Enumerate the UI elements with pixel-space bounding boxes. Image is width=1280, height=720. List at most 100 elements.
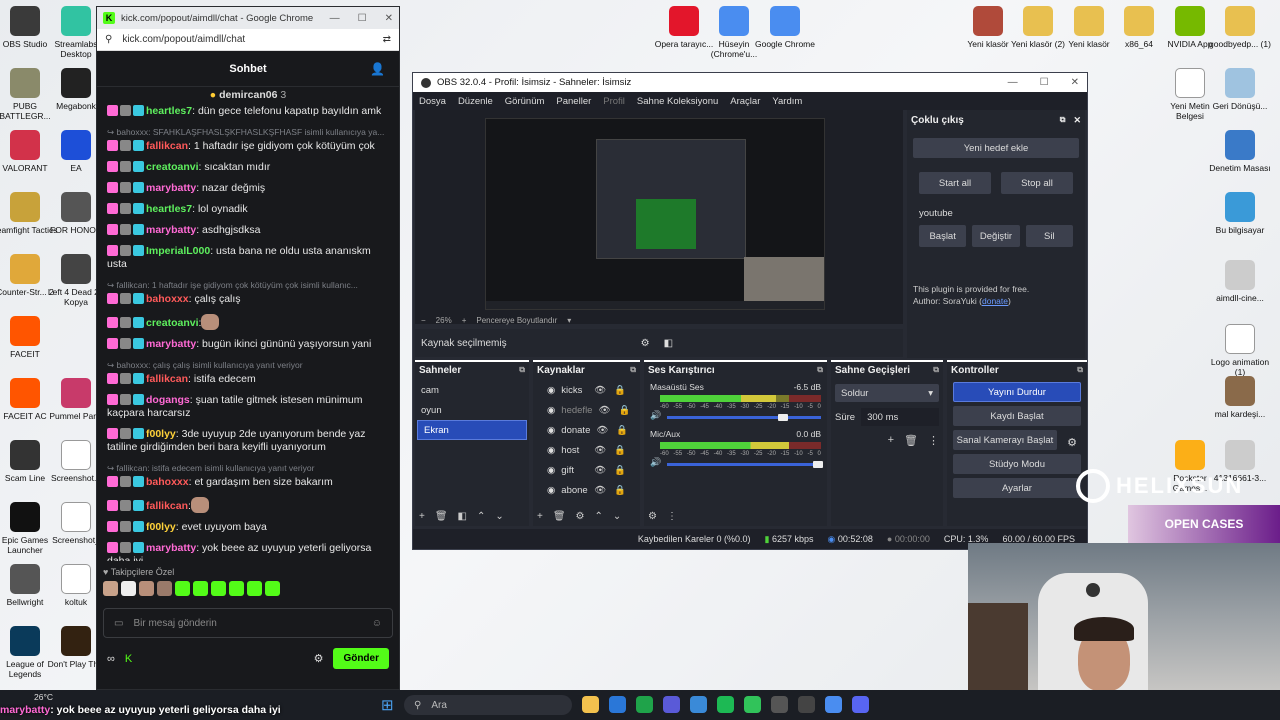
chat-username[interactable]: marybatty bbox=[146, 182, 196, 194]
minimize-icon[interactable]: — bbox=[1008, 77, 1018, 88]
taskbar-app-icon[interactable] bbox=[636, 696, 653, 713]
chat-username[interactable]: bahoxxx bbox=[146, 293, 189, 305]
up-icon[interactable]: ⌃ bbox=[477, 511, 485, 522]
source-item[interactable]: ◉ donate 👁 🔒 bbox=[533, 420, 640, 440]
taskbar-app-icon[interactable] bbox=[609, 696, 626, 713]
address-bar[interactable]: ⚲ kick.com/popout/aimdll/chat ⇄ bbox=[97, 29, 399, 51]
chat-username[interactable]: ImperialL000 bbox=[146, 245, 210, 257]
chat-username[interactable]: fallikcan bbox=[146, 373, 188, 385]
chat-username[interactable]: heartles7 bbox=[146, 203, 192, 215]
volume-slider[interactable] bbox=[667, 460, 824, 468]
target-edit-button[interactable]: Değiştir bbox=[972, 225, 1020, 247]
control-button-2[interactable]: Sanal Kamerayı Başlat bbox=[953, 430, 1057, 450]
chevron-down-icon[interactable]: ▾ bbox=[567, 316, 571, 325]
settings-gear-icon[interactable]: ⚙ bbox=[314, 652, 324, 665]
emote[interactable] bbox=[247, 581, 262, 596]
emote[interactable] bbox=[103, 581, 118, 596]
lock-icon[interactable]: 🔒 bbox=[619, 405, 631, 416]
maximize-icon[interactable]: ☐ bbox=[358, 13, 367, 24]
maximize-icon[interactable]: ☐ bbox=[1040, 77, 1049, 88]
transition-select[interactable]: Soldur ▾ bbox=[835, 384, 939, 402]
close-icon[interactable]: ✕ bbox=[1071, 77, 1079, 88]
chat-input[interactable]: ▭ Bir mesaj gönderin ☺ bbox=[103, 608, 393, 638]
start-icon[interactable]: ⊞ bbox=[381, 696, 394, 714]
kick-icon[interactable]: K bbox=[125, 653, 132, 665]
emoji-icon[interactable]: ☺ bbox=[372, 618, 382, 629]
emote[interactable] bbox=[265, 581, 280, 596]
source-settings-icon[interactable]: ⚙ bbox=[641, 338, 650, 349]
lock-icon[interactable]: 🔒 bbox=[614, 465, 626, 476]
source-item[interactable]: ◉ hedefle 👁 🔒 bbox=[533, 400, 640, 420]
close-icon[interactable]: ✕ bbox=[1073, 115, 1081, 126]
target-delete-button[interactable]: Sil bbox=[1025, 225, 1073, 247]
speaker-icon[interactable]: 🔊 bbox=[650, 410, 661, 421]
lock-icon[interactable]: 🔒 bbox=[614, 445, 626, 456]
chat-username[interactable]: f00lyy bbox=[146, 428, 176, 440]
desktop-icon[interactable]: Geri Dönüşü... bbox=[1206, 68, 1274, 111]
down-icon[interactable]: ⌄ bbox=[495, 511, 503, 522]
control-button-4[interactable]: Ayarlar bbox=[953, 478, 1081, 498]
control-button-1[interactable]: Kaydı Başlat bbox=[953, 406, 1081, 426]
chat-username[interactable]: creatoanvi bbox=[146, 317, 199, 329]
lock-icon[interactable]: 🔒 bbox=[616, 425, 628, 436]
emote[interactable] bbox=[229, 581, 244, 596]
source-item[interactable]: ◉ kicks 👁 🔒 bbox=[533, 380, 640, 400]
menu-item-4[interactable]: Profil bbox=[603, 96, 625, 107]
eye-icon[interactable]: 👁 bbox=[594, 445, 606, 456]
undock-icon[interactable]: ⧉ bbox=[817, 365, 823, 375]
desktop-icon[interactable]: FACEIT bbox=[0, 316, 59, 359]
undock-icon[interactable]: ⧉ bbox=[933, 365, 939, 375]
taskbar-app-icon[interactable] bbox=[744, 696, 761, 713]
menu-dots-icon[interactable]: ⋮ bbox=[928, 434, 939, 447]
desktop-icon[interactable]: Logo animation (1) bbox=[1206, 324, 1274, 377]
obs-preview[interactable] bbox=[415, 110, 903, 324]
slider-knob[interactable] bbox=[813, 460, 824, 468]
emote[interactable] bbox=[121, 581, 136, 596]
start-all-button[interactable]: Start all bbox=[919, 172, 991, 194]
zoom-out-icon[interactable]: − bbox=[421, 316, 426, 325]
undock-icon[interactable]: ⧉ bbox=[519, 365, 525, 375]
scene-item[interactable]: cam bbox=[415, 380, 529, 400]
desktop-icon[interactable]: Bu bilgisayar bbox=[1206, 192, 1274, 235]
volume-slider[interactable] bbox=[667, 413, 821, 421]
send-button[interactable]: Gönder bbox=[333, 648, 389, 669]
chat-username[interactable]: marybatty bbox=[146, 338, 196, 350]
undock-icon[interactable]: ⧉ bbox=[630, 365, 636, 375]
source-item[interactable]: ◉ abone 👁 🔒 bbox=[533, 480, 640, 500]
menu-item-5[interactable]: Sahne Koleksiyonu bbox=[637, 96, 718, 107]
chat-username[interactable]: heartles7 bbox=[146, 105, 192, 117]
add-icon[interactable]: + bbox=[888, 434, 894, 447]
taskbar-app-icon[interactable] bbox=[771, 696, 788, 713]
speaker-icon[interactable]: 🔊 bbox=[650, 457, 661, 468]
taskbar-app-icon[interactable] bbox=[798, 696, 815, 713]
desktop-icon[interactable]: Google Chrome bbox=[751, 6, 819, 49]
taskbar-app-icon[interactable] bbox=[690, 696, 707, 713]
emote[interactable] bbox=[193, 581, 208, 596]
eye-icon[interactable]: 👁 bbox=[594, 385, 606, 396]
gear-icon[interactable]: ⚙ bbox=[576, 511, 585, 522]
menu-item-3[interactable]: Paneller bbox=[556, 96, 591, 107]
taskbar-app-icon[interactable] bbox=[852, 696, 869, 713]
chat-username[interactable]: dogangs bbox=[146, 394, 190, 406]
users-icon[interactable]: 👤 bbox=[370, 62, 385, 76]
advanced-audio-icon[interactable]: ⚙ bbox=[648, 511, 657, 522]
site-info-icon[interactable]: ⚲ bbox=[105, 34, 112, 45]
trash-icon[interactable]: 🗑 bbox=[435, 511, 448, 522]
menu-dots-icon[interactable]: ⋮ bbox=[667, 511, 677, 522]
desktop-icon[interactable]: mal kardeşi... bbox=[1206, 376, 1274, 419]
emote[interactable] bbox=[139, 581, 154, 596]
undock-icon[interactable]: ⧉ bbox=[1060, 115, 1066, 125]
close-icon[interactable]: ✕ bbox=[385, 13, 393, 24]
trash-icon[interactable]: 🗑 bbox=[553, 511, 566, 522]
menu-item-1[interactable]: Düzenle bbox=[458, 96, 493, 107]
scene-item[interactable]: oyun bbox=[415, 400, 529, 420]
menu-item-6[interactable]: Araçlar bbox=[730, 96, 760, 107]
control-button-0[interactable]: Yayını Durdur bbox=[953, 382, 1081, 402]
fit-window-button[interactable]: Pencereye Boyutlandır bbox=[476, 316, 557, 325]
chat-username[interactable]: fallikcan bbox=[146, 500, 188, 512]
taskbar-app-icon[interactable] bbox=[825, 696, 842, 713]
add-target-button[interactable]: Yeni hedef ekle bbox=[913, 138, 1079, 158]
add-icon[interactable]: + bbox=[537, 511, 543, 522]
chat-username[interactable]: f00lyy bbox=[146, 521, 176, 533]
menu-item-7[interactable]: Yardım bbox=[772, 96, 802, 107]
